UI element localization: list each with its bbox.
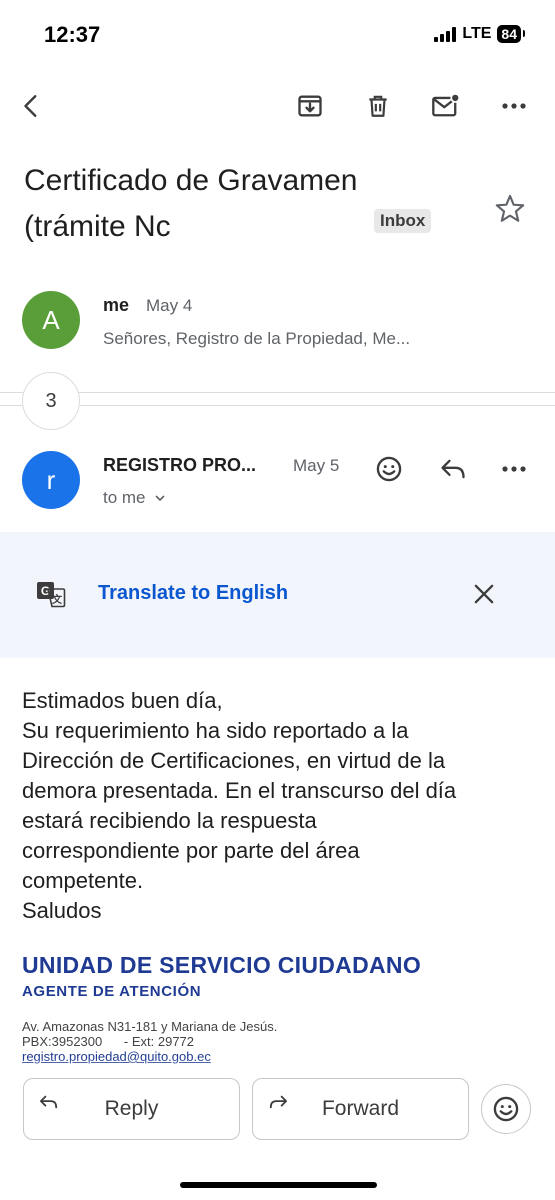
battery-icon: 84 — [497, 25, 525, 43]
signature-title: UNIDAD DE SERVICIO CIUDADANO — [22, 952, 422, 978]
back-arrow-icon[interactable] — [14, 88, 50, 124]
translate-banner: G 文 Translate to English — [0, 532, 555, 658]
signature-ext: - Ext: 29772 — [123, 1034, 195, 1049]
avatar: r — [22, 451, 80, 509]
reply-arrow-icon — [38, 1093, 60, 1117]
body-line: Saludos — [22, 898, 102, 923]
avatar: A — [22, 291, 80, 349]
body-line: Su requerimiento ha sido reportado a la — [22, 718, 409, 743]
message-date: May 4 — [146, 296, 193, 315]
message-snippet: Señores, Registro de la Propiedad, Me... — [103, 329, 411, 348]
body-line: Estimados buen día, — [22, 688, 223, 713]
collapsed-messages-count[interactable]: 3 — [22, 372, 80, 430]
forward-arrow-icon — [267, 1093, 289, 1117]
status-bar: 12:37 LTE 84 — [0, 0, 555, 70]
recipient-toggle[interactable]: to me — [103, 488, 166, 508]
sender-name[interactable]: REGISTRO PRO... — [103, 455, 256, 476]
svg-text:文: 文 — [52, 593, 63, 606]
home-indicator[interactable] — [180, 1182, 377, 1188]
signature-subtitle: AGENTE DE ATENCIÓN — [22, 983, 202, 1000]
body-line: estará recibiendo la respuesta — [22, 808, 317, 833]
reply-icon[interactable] — [435, 451, 471, 487]
reply-button[interactable]: Reply — [23, 1078, 240, 1140]
body-line: Dirección de Certificaciones, en virtud … — [22, 748, 446, 773]
signature-address: Av. Amazonas N31-181 y Mariana de Jesús. — [22, 1019, 278, 1034]
email-body: Estimados buen día, Su requerimiento ha … — [22, 686, 532, 926]
chevron-down-icon — [154, 495, 165, 502]
close-icon[interactable] — [470, 580, 498, 613]
toolbar — [0, 82, 555, 132]
recipient-label: to me — [103, 488, 146, 507]
emoji-reaction-button[interactable] — [481, 1084, 531, 1134]
subject-line-1: Certificado de Gravamen — [24, 164, 358, 197]
network-label: LTE — [462, 25, 492, 42]
signature-phone-row: PBX:3952300 - Ext: 29772 — [22, 1034, 277, 1049]
mark-unread-icon[interactable] — [428, 88, 464, 124]
signal-icon — [434, 26, 457, 42]
archive-icon[interactable] — [292, 88, 328, 124]
message-more-icon[interactable] — [496, 451, 532, 487]
translate-icon: G 文 — [36, 579, 66, 614]
status-indicators: LTE 84 — [434, 25, 525, 43]
scroll-fade — [0, 1058, 555, 1080]
inbox-label-badge[interactable]: Inbox — [374, 209, 432, 233]
body-line: demora presentada. En el transcurso del … — [22, 778, 457, 803]
thread-divider — [0, 392, 555, 393]
signature-phone: PBX:3952300 — [22, 1034, 103, 1049]
trash-icon[interactable] — [360, 88, 396, 124]
translate-link[interactable]: Translate to English — [98, 582, 288, 605]
more-vert-icon[interactable] — [496, 88, 532, 124]
star-icon[interactable] — [493, 192, 527, 226]
forward-button[interactable]: Forward — [252, 1078, 469, 1140]
message-date: May 5 — [293, 456, 340, 475]
reply-label: Reply — [104, 1097, 159, 1120]
forward-label: Forward — [321, 1097, 400, 1120]
body-line: competente. — [22, 868, 144, 893]
emoji-icon — [493, 1096, 519, 1122]
sender-name: me — [103, 295, 130, 315]
add-reaction-icon[interactable] — [371, 451, 407, 487]
email-subject: Certificado de Gravamen (trámite Nc — [24, 158, 454, 250]
thread-divider — [0, 405, 555, 406]
body-line: correspondiente por parte del área — [22, 838, 360, 863]
status-time: 12:37 — [44, 22, 101, 47]
